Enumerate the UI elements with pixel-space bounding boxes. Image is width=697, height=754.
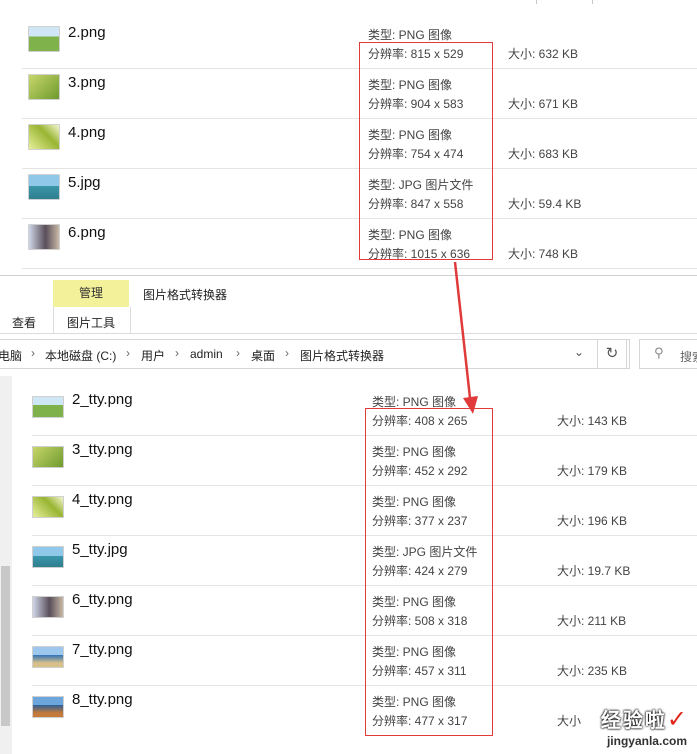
- file-name: 5_tty.jpg: [72, 541, 128, 558]
- chevron-right-icon[interactable]: ›: [285, 346, 289, 360]
- file-name: 6.png: [68, 224, 106, 241]
- image-thumbnail: [28, 124, 60, 150]
- search-placeholder: 搜索: [680, 350, 697, 364]
- chevron-right-icon[interactable]: ›: [31, 346, 35, 360]
- top-toolbar-edge: [592, 0, 593, 4]
- image-thumbnail: [32, 696, 64, 718]
- ribbon: 管理 图片格式转换器 查看 图片工具: [0, 276, 697, 334]
- image-thumbnail: [32, 396, 64, 418]
- file-name: 3.png: [68, 74, 106, 91]
- image-thumbnail: [28, 26, 60, 52]
- tab-view[interactable]: 查看: [12, 314, 36, 331]
- refresh-icon: ↻: [605, 345, 619, 362]
- search-input[interactable]: ⚲ 搜索: [639, 339, 697, 369]
- bottom-file-explorer-window: 管理 图片格式转换器 查看 图片工具 电脑 › 本地磁盘 (C:) › 用户 ›…: [0, 275, 697, 754]
- chevron-right-icon[interactable]: ›: [236, 346, 240, 360]
- file-name: 8_tty.png: [72, 691, 133, 708]
- file-size: 大小: 19.7 KB: [557, 564, 631, 578]
- file-name: 6_tty.png: [72, 591, 133, 608]
- highlight-box-top: [359, 42, 493, 260]
- image-thumbnail: [32, 446, 64, 468]
- image-thumbnail: [32, 546, 64, 568]
- search-icon: ⚲: [654, 345, 664, 360]
- file-name: 2_tty.png: [72, 391, 133, 408]
- top-toolbar-edge: [536, 0, 537, 4]
- top-file-list-window: 2.png 类型: PNG 图像 分辨率: 815 x 529 大小: 632 …: [0, 0, 697, 275]
- file-name: 2.png: [68, 24, 106, 41]
- chevron-down-icon[interactable]: ⌄: [574, 345, 584, 359]
- refresh-button[interactable]: ↻: [597, 339, 627, 369]
- image-thumbnail: [28, 174, 60, 200]
- breadcrumb-admin[interactable]: admin: [190, 347, 223, 361]
- file-name: 3_tty.png: [72, 441, 133, 458]
- tab-manage[interactable]: 管理: [53, 280, 129, 307]
- tab-picture-tools[interactable]: 图片工具: [67, 314, 115, 331]
- file-name: 4_tty.png: [72, 491, 133, 508]
- highlight-box-bottom: [365, 408, 493, 736]
- image-thumbnail: [28, 74, 60, 100]
- chevron-right-icon[interactable]: ›: [175, 346, 179, 360]
- image-thumbnail: [32, 596, 64, 618]
- breadcrumb-desktop[interactable]: 桌面: [251, 347, 275, 364]
- window-title: 图片格式转换器: [143, 288, 228, 302]
- breadcrumb-this-pc[interactable]: 电脑: [0, 347, 22, 364]
- image-thumbnail: [28, 224, 60, 250]
- watermark-url: jingyanla.com: [606, 734, 687, 748]
- chevron-right-icon[interactable]: ›: [126, 346, 130, 360]
- breadcrumb-current-folder[interactable]: 图片格式转换器: [300, 347, 384, 364]
- file-name: 5.jpg: [68, 174, 101, 191]
- file-size: 大小: 59.4 KB: [508, 197, 582, 211]
- image-thumbnail: [32, 646, 64, 668]
- address-bar[interactable]: 电脑 › 本地磁盘 (C:) › 用户 › admin › 桌面 › 图片格式转…: [0, 339, 630, 369]
- file-size: 大小: 683 KB: [508, 147, 579, 161]
- file-name: 4.png: [68, 124, 106, 141]
- file-size: 大小: 143 KB: [557, 414, 628, 428]
- scrollbar[interactable]: [0, 376, 12, 754]
- file-size: 大小: 211 KB: [557, 614, 627, 628]
- file-size: 大小: 196 KB: [557, 514, 628, 528]
- watermark: 经验啦✓ jingyanla.com: [601, 704, 687, 748]
- file-size: 大小: 671 KB: [508, 97, 579, 111]
- file-type: 类型: PNG 图像: [368, 28, 453, 42]
- file-size: 大小: 632 KB: [508, 47, 579, 61]
- file-size: 大小: [557, 714, 582, 728]
- breadcrumb-users[interactable]: 用户: [141, 347, 165, 364]
- breadcrumb-drive[interactable]: 本地磁盘 (C:): [45, 347, 116, 364]
- watermark-text: 经验啦: [600, 710, 667, 732]
- file-name: 7_tty.png: [72, 641, 133, 658]
- file-size: 大小: 179 KB: [557, 464, 628, 478]
- scrollbar-thumb[interactable]: [1, 566, 10, 726]
- check-icon: ✓: [666, 706, 687, 733]
- image-thumbnail: [32, 496, 64, 518]
- file-size: 大小: 748 KB: [508, 247, 579, 261]
- file-size: 大小: 235 KB: [557, 664, 628, 678]
